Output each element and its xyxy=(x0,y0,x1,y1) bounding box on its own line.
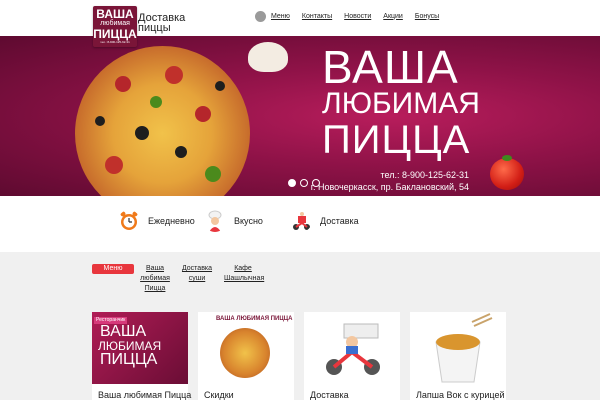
tab-sushi[interactable]: Доставка суши xyxy=(180,264,214,284)
banner-title-line1: ВАША xyxy=(322,41,459,93)
banner-address: г. Новочеркасск, пр. Баклановский, 54 xyxy=(310,182,469,192)
product-card-pizza[interactable]: Ресторанчик ВАША ЛЮБИМАЯ ПИЦЦА Ваша люби… xyxy=(92,312,191,400)
pizza-image xyxy=(75,46,250,196)
feature-daily: Ежедневно xyxy=(118,210,195,232)
slider-dots xyxy=(288,179,320,187)
card-thumb-discounts: ВАША ЛЮБИМАЯ ПИЦЦА xyxy=(198,312,294,384)
scooter-icon xyxy=(293,212,310,230)
nav-item-contacts[interactable]: Контакты xyxy=(302,12,332,22)
banner-title-line3: ПИЦЦА xyxy=(322,118,471,162)
card-thumb-pizza: Ресторанчик ВАША ЛЮБИМАЯ ПИЦЦА xyxy=(92,312,188,384)
feature-delivery: Доставка xyxy=(290,210,359,232)
mushroom-image xyxy=(248,42,288,72)
tab-pizza[interactable]: Ваша любимая Пицца xyxy=(140,264,170,294)
card-title[interactable]: Ваша любимая Пицца xyxy=(98,390,191,400)
card-thumb-delivery xyxy=(304,312,400,384)
product-card-discounts[interactable]: ВАША ЛЮБИМАЯ ПИЦЦА Скидки xyxy=(198,312,294,400)
banner-title: ВАША ЛЮБИМАЯ ПИЦЦА xyxy=(322,44,480,160)
card-title[interactable]: Доставка xyxy=(310,390,349,400)
logo[interactable]: ВАША любимая ПИЦЦА тел.: 8-900-125-62-31 xyxy=(93,6,137,47)
nav-item-news[interactable]: Новости xyxy=(344,12,371,22)
card-thumb-wok xyxy=(410,312,506,384)
logo-line1: ВАША xyxy=(96,7,134,21)
feature-delivery-label: Доставка xyxy=(320,216,359,226)
banner-title-line2: ЛЮБИМАЯ xyxy=(322,87,480,120)
delivery-scooter-icon xyxy=(326,323,380,375)
brand-title: Доставка пиццы xyxy=(138,12,186,34)
card-thumb-caption: ВАША ЛЮБИМАЯ ПИЦЦА xyxy=(216,316,293,322)
product-card-wok[interactable]: Лапша Вок с курицей xyxy=(410,312,506,400)
wok-box-icon xyxy=(435,313,493,383)
card-title[interactable]: Лапша Вок с курицей xyxy=(416,390,505,400)
home-icon[interactable] xyxy=(255,11,266,22)
alarm-clock-icon xyxy=(120,211,138,230)
tomato-image xyxy=(490,155,524,190)
product-card-delivery[interactable]: Доставка xyxy=(304,312,400,400)
slider-dot-1[interactable] xyxy=(288,179,296,187)
top-nav: Меню Контакты Новости Акции Бонусы xyxy=(255,11,451,22)
feature-daily-label: Ежедневно xyxy=(148,216,195,226)
slider-dot-2[interactable] xyxy=(300,179,308,187)
feature-tasty: Вкусно xyxy=(204,210,263,232)
hero-banner[interactable]: ВАША ЛЮБИМАЯ ПИЦЦА тел.: 8-900-125-62-31… xyxy=(0,36,600,196)
slider-dot-3[interactable] xyxy=(312,179,320,187)
feature-tasty-label: Вкусно xyxy=(234,216,263,226)
nav-item-promos[interactable]: Акции xyxy=(383,12,403,22)
banner-contact: тел.: 8-900-125-62-31 г. Новочеркасск, п… xyxy=(311,169,469,193)
chef-icon xyxy=(208,210,222,232)
logo-line3: ПИЦЦА xyxy=(93,27,137,41)
features-bar: Ежедневно Вкусно Доставка xyxy=(0,196,600,252)
card-pizza-image xyxy=(220,328,270,378)
card-thumb-line3: ПИЦЦА xyxy=(100,351,158,368)
menu-tabs: Меню Ваша любимая Пицца Доставка суши Ка… xyxy=(0,264,600,298)
card-title[interactable]: Скидки xyxy=(204,390,234,400)
tab-shashlik[interactable]: Кафе Шашлычная xyxy=(224,264,264,284)
card-thumb-line1: ВАША xyxy=(100,323,147,340)
site-header: ВАША любимая ПИЦЦА тел.: 8-900-125-62-31… xyxy=(0,0,600,47)
tab-menu[interactable]: Меню xyxy=(92,264,134,274)
banner-phone: тел.: 8-900-125-62-31 xyxy=(380,170,469,180)
product-cards: Ресторанчик ВАША ЛЮБИМАЯ ПИЦЦА Ваша люби… xyxy=(92,312,512,400)
nav-item-menu[interactable]: Меню xyxy=(271,12,290,22)
nav-item-bonuses[interactable]: Бонусы xyxy=(415,12,439,22)
